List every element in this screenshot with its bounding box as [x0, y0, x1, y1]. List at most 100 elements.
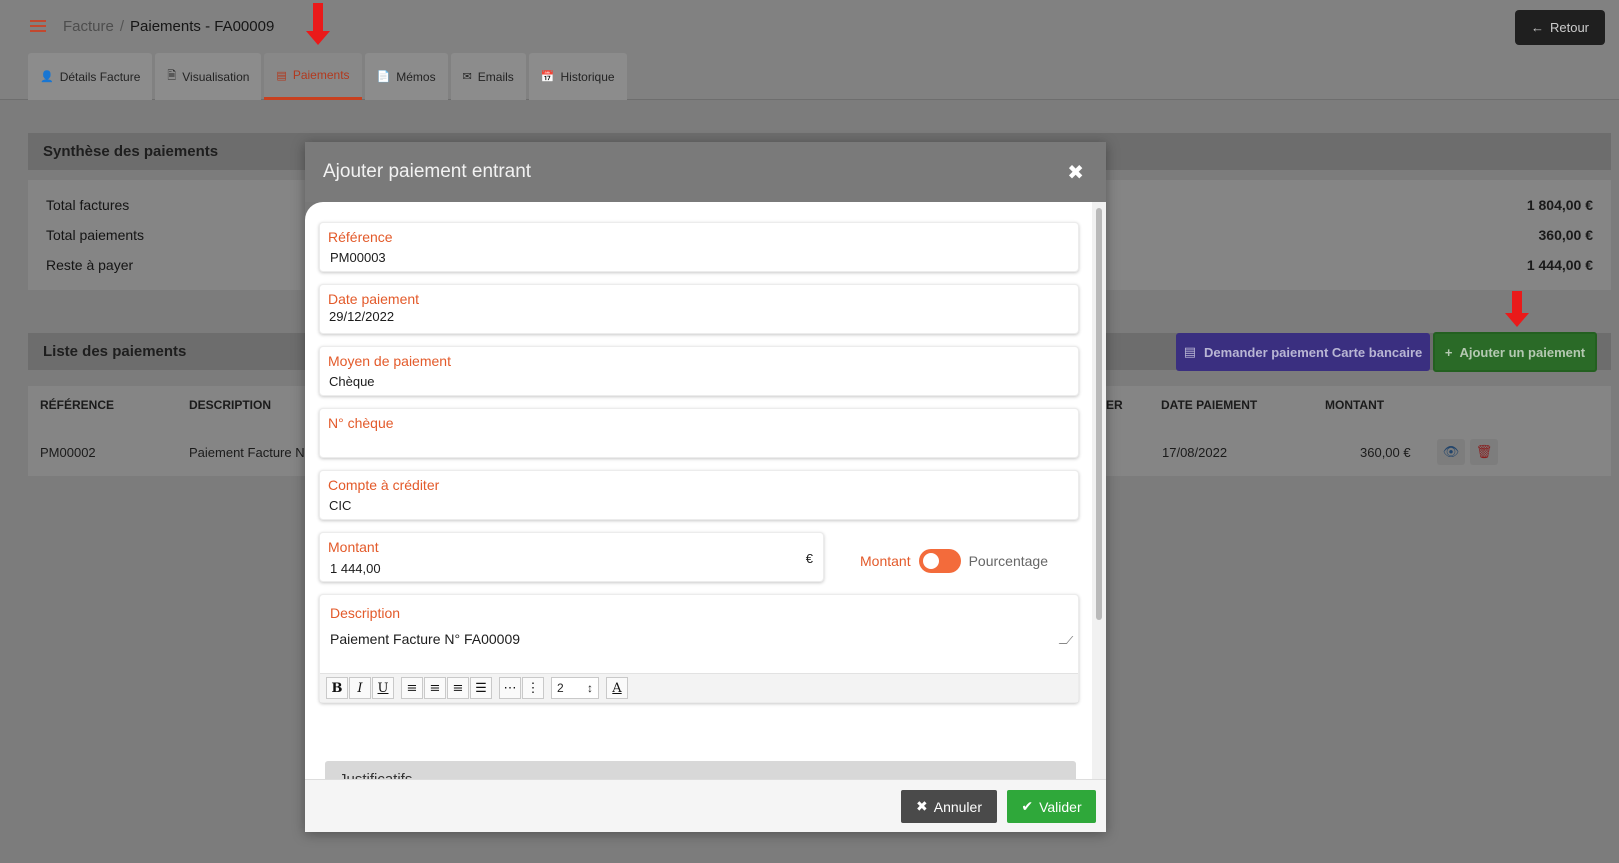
bullet-list-button[interactable]: ⋯: [499, 677, 521, 699]
toggle-switch[interactable]: [918, 549, 961, 573]
submit-button-label: Valider: [1039, 798, 1082, 815]
view-payment-button[interactable]: 👁: [1437, 439, 1465, 465]
rich-text-toolbar: B I U ≡ ≡ ≡ ☰ ⋯ ⋮ 2 ↕ A: [320, 673, 1078, 702]
breadcrumb-separator: /: [119, 18, 125, 35]
cheque-number-field[interactable]: N° chèque: [319, 408, 1079, 458]
column-header: DATE PAIEMENT: [1161, 398, 1258, 412]
tab-label: Détails Facture: [59, 69, 141, 84]
tab-historique[interactable]: 📅 Historique: [528, 53, 627, 100]
plus-icon: +: [1444, 344, 1453, 360]
tab-visualisation[interactable]: 🗎 Visualisation: [155, 53, 262, 100]
reference-field[interactable]: Référence PM00003: [319, 222, 1079, 272]
modal-footer: ✖ Annuler ✔ Valider: [305, 779, 1106, 832]
font-size-select[interactable]: 2 ↕: [551, 677, 599, 699]
toggle-label-percentage: Pourcentage: [968, 553, 1048, 569]
summary-label: Total paiements: [46, 227, 145, 243]
resize-handle[interactable]: [1058, 636, 1074, 644]
currency-symbol: €: [805, 551, 813, 566]
justify-button[interactable]: ☰: [470, 677, 492, 699]
account-field[interactable]: Compte à créditer CIC: [319, 470, 1079, 520]
underline-button[interactable]: U: [372, 677, 394, 699]
numbered-list-icon: ⋮: [526, 680, 540, 696]
breadcrumb: Facture / Paiements - FA00009: [63, 18, 274, 35]
align-center-button[interactable]: ≡: [424, 677, 446, 699]
tab-label: Paiements: [292, 68, 350, 82]
request-card-payment-button[interactable]: ▤ Demander paiement Carte bancaire: [1176, 333, 1430, 371]
column-header: MONTANT: [1325, 398, 1385, 412]
envelope-icon: ✉: [462, 71, 472, 83]
row-date: 17/08/2022: [1162, 445, 1228, 460]
annotation-arrow-add: [1505, 291, 1529, 327]
tab-memos[interactable]: 📄 Mémos: [364, 53, 448, 100]
amount-input[interactable]: 1 444,00: [330, 561, 381, 576]
add-payment-button[interactable]: + Ajouter un paiement: [1433, 332, 1597, 372]
close-icon[interactable]: ✖: [1067, 160, 1084, 185]
close-icon: ✖: [916, 798, 928, 814]
cancel-button-label: Annuler: [933, 798, 982, 815]
back-button[interactable]: ← Retour: [1515, 10, 1605, 45]
tab-label: Emails: [477, 69, 514, 84]
money-icon: ▤: [1183, 344, 1197, 359]
field-label: Compte à créditer: [328, 477, 440, 493]
modal-scrollbar[interactable]: [1092, 202, 1106, 779]
tab-label: Mémos: [396, 69, 436, 84]
tab-paiements[interactable]: ▤ Paiements: [264, 53, 362, 100]
delete-payment-button[interactable]: 🗑: [1470, 439, 1498, 465]
date-input[interactable]: 29/12/2022: [329, 309, 394, 324]
add-payment-label: Ajouter un paiement: [1459, 344, 1586, 360]
align-center-icon: ≡: [429, 680, 441, 696]
summary-label: Total factures: [46, 197, 130, 213]
tab-label: Historique: [560, 69, 615, 84]
payment-method-field[interactable]: Moyen de paiement Chèque: [319, 346, 1079, 396]
column-header: RÉFÉRENCE: [40, 398, 115, 412]
align-left-button[interactable]: ≡: [401, 677, 423, 699]
payment-method-select[interactable]: Chèque: [329, 374, 375, 389]
check-icon: ✔: [1021, 798, 1034, 814]
field-label: Description: [330, 605, 401, 621]
description-field[interactable]: Description Paiement Facture N° FA00009 …: [319, 594, 1079, 703]
modal-header: Ajouter paiement entrant ✖: [305, 142, 1106, 202]
amount-type-toggle[interactable]: Montant Pourcentage: [860, 549, 1048, 573]
amount-field[interactable]: Montant 1 444,00 €: [319, 532, 824, 582]
submit-button[interactable]: ✔ Valider: [1007, 790, 1096, 823]
date-field[interactable]: Date paiement 29/12/2022: [319, 284, 1079, 334]
tab-bar: 👤 Détails Facture 🗎 Visualisation ▤ Paiemen…: [28, 53, 627, 100]
file-icon: 📄: [376, 71, 391, 83]
menu-icon[interactable]: [30, 20, 46, 34]
summary-value: 1 444,00 €: [1526, 257, 1593, 273]
tab-emails[interactable]: ✉ Emails: [450, 53, 526, 100]
reference-input[interactable]: PM00003: [330, 250, 386, 265]
user-icon: 👤: [40, 71, 54, 83]
scrollbar-thumb[interactable]: [1096, 208, 1102, 620]
description-textarea[interactable]: Paiement Facture N° FA00009: [330, 631, 520, 647]
modal-title: Ajouter paiement entrant: [323, 161, 532, 182]
row-amount: 360,00 €: [1360, 445, 1411, 460]
italic-button[interactable]: I: [349, 677, 371, 699]
account-select[interactable]: CIC: [329, 498, 351, 513]
field-label: Moyen de paiement: [328, 353, 451, 369]
numbered-list-button[interactable]: ⋮: [522, 677, 544, 699]
tab-label: Visualisation: [182, 69, 250, 84]
back-button-label: Retour: [1549, 20, 1590, 35]
column-header: ER: [1106, 398, 1123, 412]
top-bar: Facture / Paiements - FA00009 ← Retour 👤 Dé…: [0, 0, 1619, 100]
money-icon: ▤: [276, 69, 287, 82]
file-pdf-icon: 🗎: [167, 70, 177, 82]
summary-value: 360,00 €: [1538, 227, 1594, 243]
bold-button[interactable]: B: [326, 677, 348, 699]
align-right-button[interactable]: ≡: [447, 677, 469, 699]
font-size-value: 2: [557, 681, 564, 695]
field-label: Référence: [328, 229, 393, 245]
toggle-label-amount: Montant: [860, 553, 911, 569]
annotation-arrow-tabs: [306, 3, 330, 45]
justificatifs-section-title: Justificatifs: [325, 761, 1076, 779]
calendar-icon: 📅: [540, 71, 555, 83]
request-card-payment-label: Demander paiement Carte bancaire: [1204, 344, 1423, 360]
breadcrumb-parent[interactable]: Facture: [63, 18, 114, 35]
field-label: N° chèque: [328, 415, 394, 431]
font-color-button[interactable]: A: [606, 677, 628, 699]
add-payment-modal: Ajouter paiement entrant ✖ Référence PM0…: [305, 142, 1106, 832]
tab-details[interactable]: 👤 Détails Facture: [28, 53, 153, 100]
modal-body: Référence PM00003 Date paiement 29/12/20…: [305, 202, 1106, 779]
cancel-button[interactable]: ✖ Annuler: [901, 790, 997, 823]
